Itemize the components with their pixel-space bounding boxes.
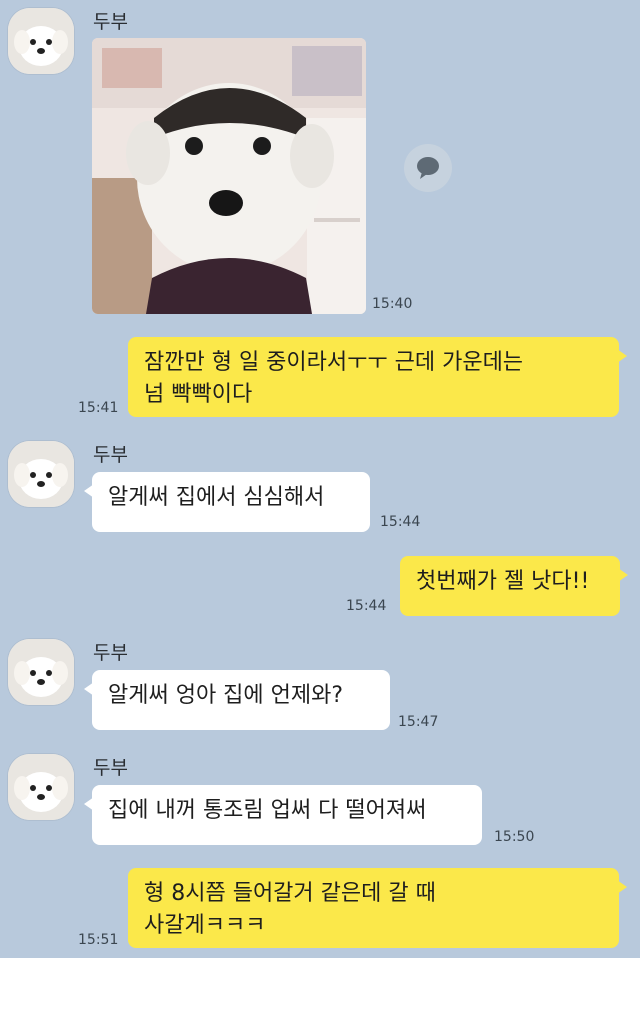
sender-name: 두부	[93, 11, 128, 33]
their-message-bubble[interactable]: 알게써 집에서 심심해서	[84, 472, 370, 532]
dog-photo-image	[92, 38, 366, 314]
profile-avatar[interactable]	[8, 639, 74, 705]
message-time: 15:44	[380, 514, 421, 530]
dog-avatar-icon	[8, 441, 74, 507]
chat-area[interactable]: 두부 15:40 잠깐만 형 일 중이라서ㅜㅜ 근데 가운데는 넘 빡빡이다 1…	[0, 0, 640, 958]
share-button[interactable]	[404, 144, 452, 192]
my-message-bubble[interactable]: 형 8시쯤 들어갈거 같은데 갈 때 사갈게ㅋㅋㅋ	[128, 868, 627, 948]
profile-avatar[interactable]	[8, 8, 74, 74]
shared-photo[interactable]	[92, 38, 366, 314]
message-time: 15:51	[78, 932, 119, 948]
profile-avatar[interactable]	[8, 754, 74, 820]
dog-avatar-icon	[8, 754, 74, 820]
dog-avatar-icon	[8, 8, 74, 74]
sender-name: 두부	[93, 642, 128, 664]
message-time: 15:47	[398, 714, 439, 730]
message-time: 15:50	[494, 829, 535, 845]
my-message-bubble[interactable]: 첫번째가 젤 낫다!!	[400, 556, 628, 616]
their-message-bubble[interactable]: 집에 내꺼 통조림 업써 다 떨어져써	[84, 785, 482, 845]
speech-bubble-icon	[417, 157, 439, 179]
my-message-bubble[interactable]: 잠깐만 형 일 중이라서ㅜㅜ 근데 가운데는 넘 빡빡이다	[128, 337, 627, 417]
sender-name: 두부	[93, 444, 128, 466]
sender-name: 두부	[93, 757, 128, 779]
message-time: 15:44	[346, 598, 387, 614]
dog-avatar-icon	[8, 639, 74, 705]
their-message-bubble[interactable]: 알게써 엉아 집에 언제와?	[84, 670, 390, 730]
message-time: 15:40	[372, 296, 413, 312]
message-time: 15:41	[78, 400, 119, 416]
profile-avatar[interactable]	[8, 441, 74, 507]
